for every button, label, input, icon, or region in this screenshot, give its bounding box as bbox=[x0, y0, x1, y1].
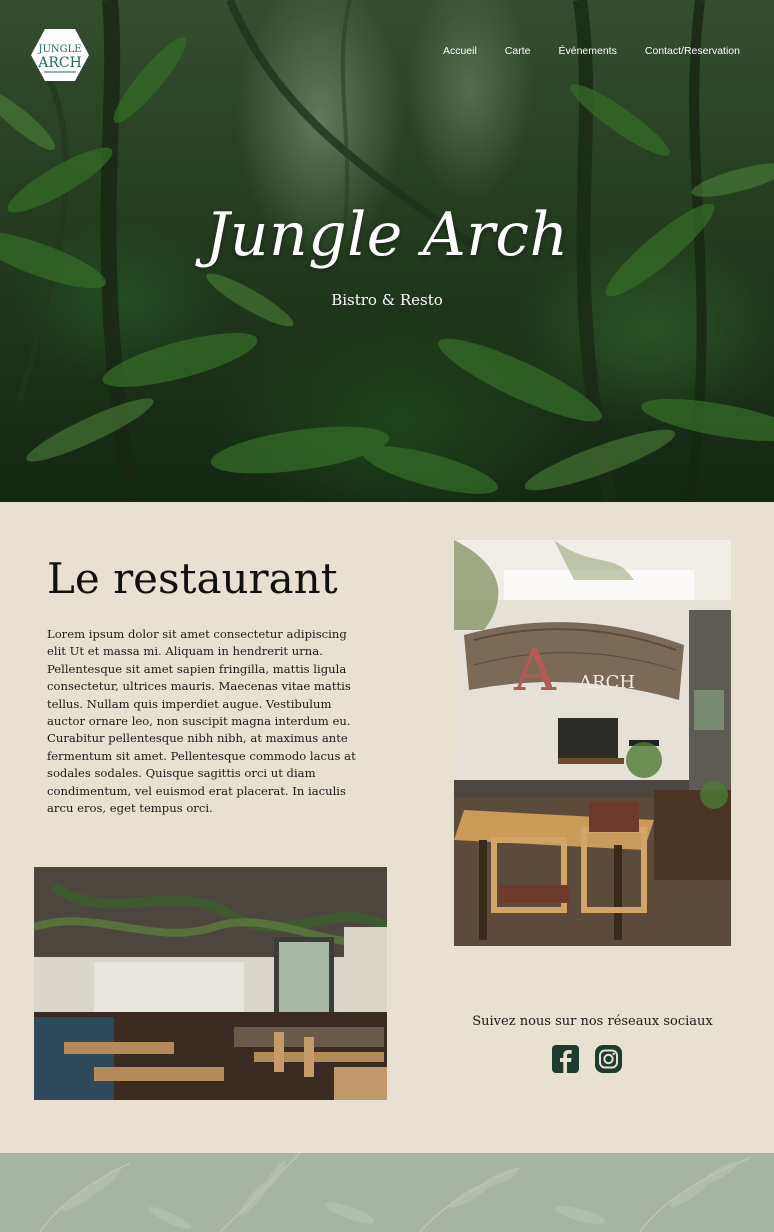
restaurant-dining-room-photo bbox=[34, 867, 387, 1100]
facebook-icon[interactable] bbox=[552, 1045, 579, 1073]
social-links bbox=[552, 1045, 622, 1073]
nav-link-carte[interactable]: Carte bbox=[505, 45, 531, 57]
footer-fern-pattern bbox=[0, 1153, 774, 1232]
nav-link-evenements[interactable]: Événements bbox=[558, 45, 616, 57]
sign-letter: A bbox=[513, 636, 557, 704]
nav-link-contact-reservation[interactable]: Contact/Reservation bbox=[645, 45, 740, 57]
main-nav: Accueil Carte Événements Contact/Reserva… bbox=[443, 45, 740, 57]
restaurant-interior-photo-sign: A ARCH bbox=[454, 540, 731, 946]
sign-text: ARCH bbox=[578, 672, 635, 693]
social-caption: Suivez nous sur nos réseaux sociaux bbox=[472, 1014, 713, 1029]
instagram-icon[interactable] bbox=[595, 1045, 622, 1073]
section-title: Le restaurant bbox=[47, 554, 338, 603]
hero-banner: JUNGLE ARCH Accueil Carte Événements Con… bbox=[0, 0, 774, 502]
logo-text-bottom: ARCH bbox=[37, 55, 82, 71]
site-logo[interactable]: JUNGLE ARCH bbox=[30, 28, 90, 82]
hero-subtitle: Bistro & Resto bbox=[331, 291, 443, 309]
hero-title: Jungle Arch bbox=[205, 200, 569, 270]
logo-hexagon-icon: JUNGLE ARCH bbox=[31, 29, 89, 81]
nav-link-accueil[interactable]: Accueil bbox=[443, 45, 477, 57]
logo-text-top: JUNGLE bbox=[37, 44, 81, 55]
section-description: Lorem ipsum dolor sit amet consectetur a… bbox=[47, 627, 356, 816]
